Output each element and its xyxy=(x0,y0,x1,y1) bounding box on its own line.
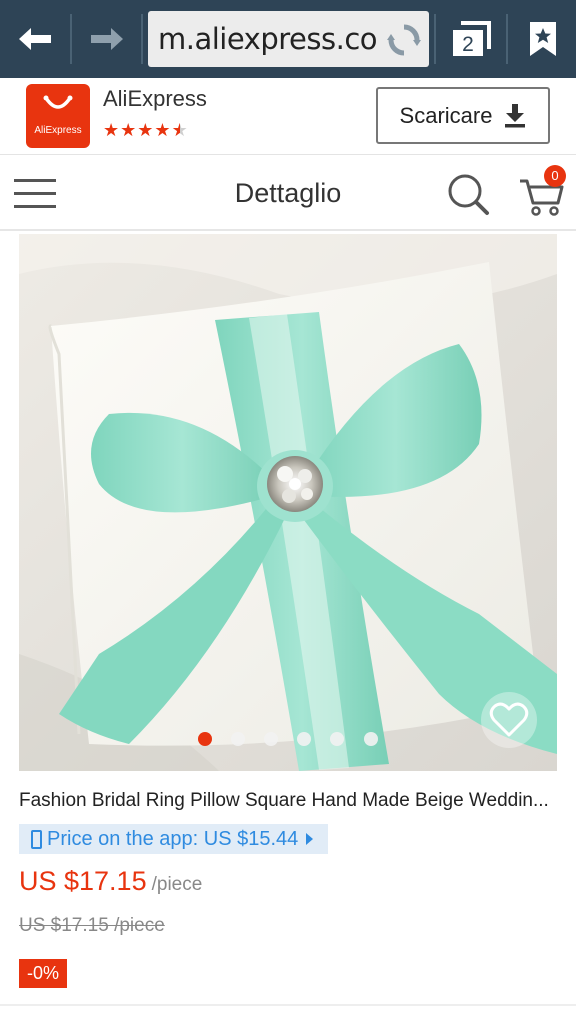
carousel-indicators xyxy=(19,729,557,749)
carousel-dot[interactable] xyxy=(330,732,344,746)
chevron-right-icon xyxy=(306,833,314,845)
toolbar-divider xyxy=(506,14,508,64)
app-rating: ★ ★ ★ ★ ★ xyxy=(103,120,188,140)
discount-badge: -0% xyxy=(19,959,68,988)
browser-toolbar: m.aliexpress.com 2 xyxy=(0,0,576,78)
section-divider xyxy=(0,1004,576,1006)
reload-icon[interactable] xyxy=(387,23,421,57)
price-row: US $17.15 /piece xyxy=(19,866,202,902)
bookmark-star-icon xyxy=(530,22,556,56)
star-icon: ★ xyxy=(137,120,154,140)
bookmark-button[interactable] xyxy=(510,0,576,78)
product-photo[interactable] xyxy=(19,234,557,771)
tabs-button[interactable]: 2 xyxy=(440,0,504,78)
carousel-dot[interactable] xyxy=(264,732,278,746)
wishlist-button[interactable] xyxy=(481,692,537,748)
forward-button[interactable] xyxy=(72,0,142,78)
star-icon: ★ xyxy=(120,120,137,140)
app-name: AliExpress xyxy=(103,86,207,111)
download-app-button[interactable]: Scaricare xyxy=(376,87,550,144)
toolbar-divider xyxy=(141,14,143,64)
carousel-dot[interactable] xyxy=(231,732,245,746)
carousel-dot[interactable] xyxy=(198,732,212,746)
tabs-icon: 2 xyxy=(453,21,491,56)
back-button[interactable] xyxy=(0,0,70,78)
shopping-bag-smile-icon xyxy=(43,95,73,109)
carousel-dot[interactable] xyxy=(364,732,378,746)
app-price-banner[interactable]: Price on the app: US $15.44 xyxy=(19,824,328,854)
app-price-label: Price on the app: US $15.44 xyxy=(47,827,299,850)
product-title: Fashion Bridal Ring Pillow Square Hand M… xyxy=(19,790,549,811)
cart-count-badge[interactable]: 0 xyxy=(544,165,566,187)
heart-icon xyxy=(489,702,529,737)
logo-text: AliExpress xyxy=(34,125,82,136)
download-label: Scaricare xyxy=(399,102,493,128)
search-icon[interactable] xyxy=(446,172,490,216)
original-price: US $17.15 /piece xyxy=(19,915,165,936)
aliexpress-logo[interactable]: AliExpress xyxy=(26,84,90,148)
phone-icon xyxy=(31,829,42,849)
page-header: Dettaglio xyxy=(0,155,576,231)
product-image-carousel[interactable] xyxy=(19,234,557,771)
forward-arrow-icon xyxy=(91,28,123,50)
current-price: US $17.15 xyxy=(19,866,147,896)
toolbar-divider xyxy=(434,14,436,64)
back-arrow-icon xyxy=(19,28,51,50)
url-bar[interactable]: m.aliexpress.com xyxy=(148,11,429,67)
hamburger-menu-icon[interactable] xyxy=(14,175,56,211)
carousel-dot[interactable] xyxy=(297,732,311,746)
star-icon: ★ xyxy=(154,120,171,140)
star-icon: ★ xyxy=(103,120,120,140)
download-icon xyxy=(505,103,526,127)
half-star-icon: ★ xyxy=(171,120,188,140)
url-text[interactable]: m.aliexpress.com xyxy=(158,11,376,67)
price-unit: /piece xyxy=(151,874,203,895)
tab-count: 2 xyxy=(462,33,474,56)
app-install-banner: AliExpress AliExpress ★ ★ ★ ★ ★ Scaricar… xyxy=(0,78,576,155)
